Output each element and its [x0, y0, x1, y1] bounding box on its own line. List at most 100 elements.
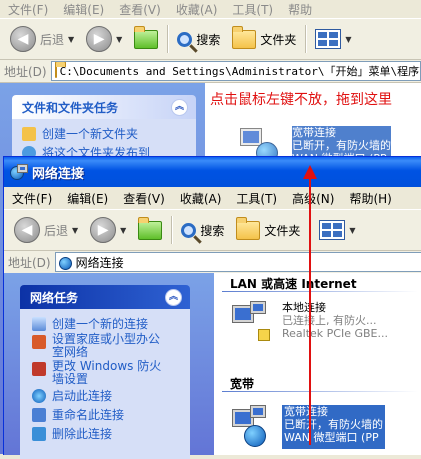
- search-icon: [177, 31, 193, 47]
- connection-broadband-label: 宽带连接 已断开，有防火墙的 WAN 微型端口 (PP: [282, 405, 385, 449]
- address-label: 地址(D): [8, 255, 51, 270]
- home-network-icon: [32, 335, 46, 349]
- views-button[interactable]: ▼: [313, 214, 361, 246]
- window-titlebar[interactable]: 网络连接: [4, 157, 421, 187]
- connection-item-broadband[interactable]: 宽带连接 已断开，有防火墙的 WAN 微型端口 (PP: [230, 405, 385, 449]
- back-label: 后退: [44, 223, 69, 238]
- start-connection-icon: [32, 388, 46, 403]
- back-folders-label: 文件夹: [260, 32, 297, 47]
- task-create-folder-label: 创建一个新文件夹: [42, 127, 139, 141]
- network-tasks-title: 网络任务: [30, 290, 79, 305]
- forward-button[interactable]: ▶ ▼: [84, 214, 132, 246]
- back-menu-favorites[interactable]: 收藏(A): [172, 1, 229, 18]
- collapse-icon[interactable]: ︽: [171, 98, 188, 116]
- connection-local-device: Realtek PCIe GBE...: [282, 327, 388, 340]
- chevron-down-icon[interactable]: ▼: [120, 226, 126, 235]
- connection-broadband-device: WAN 微型端口 (PP: [284, 431, 379, 444]
- back-menu-edit[interactable]: 编辑(E): [59, 1, 115, 18]
- back-up-button[interactable]: [128, 23, 164, 55]
- address-path: 网络连接: [75, 255, 124, 270]
- chevron-down-icon: ▼: [349, 225, 356, 235]
- drag-arrow-shaft: [309, 177, 311, 445]
- address-input[interactable]: 网络连接: [54, 252, 421, 272]
- network-tasks-panel: 网络任务 ︽ 创建一个新的连接 设置家庭或小型办公室网络 更改 Windows …: [20, 285, 190, 459]
- task-rename-connection-label: 重命名此连接: [52, 408, 125, 422]
- chevron-down-icon[interactable]: ▼: [116, 35, 122, 44]
- task-delete-connection[interactable]: 删除此连接: [32, 424, 190, 443]
- back-search-button[interactable]: 搜索: [171, 23, 226, 55]
- search-label: 搜索: [200, 223, 225, 238]
- back-folders-button[interactable]: 文件夹: [226, 23, 302, 55]
- collapse-icon[interactable]: ︽: [165, 288, 182, 306]
- connection-local-status: 已连接上, 有防火...: [282, 314, 377, 327]
- back-file-tasks-header[interactable]: 文件和文件夹任务 ︽: [12, 95, 196, 119]
- menu-help[interactable]: 帮助(H): [345, 190, 402, 207]
- new-folder-icon: [22, 126, 36, 141]
- menu-view[interactable]: 查看(V): [119, 190, 176, 207]
- task-firewall[interactable]: 更改 Windows 防火墙设置: [32, 360, 190, 386]
- dragged-item-name: 宽带连接: [292, 126, 336, 139]
- group-header-broadband: 宽带: [230, 377, 255, 391]
- front-address-bar: 地址(D) 网络连接: [4, 251, 421, 274]
- menu-favorites[interactable]: 收藏(A): [176, 190, 233, 207]
- lan-connection-icon: [230, 301, 274, 345]
- chevron-down-icon[interactable]: ▼: [72, 226, 78, 235]
- task-rename-connection[interactable]: 重命名此连接: [32, 405, 190, 424]
- back-search-label: 搜索: [196, 32, 221, 47]
- forward-arrow-icon: ▶: [86, 26, 113, 52]
- back-back-button[interactable]: ◀ 后退 ▼: [4, 23, 80, 55]
- window-title: 网络连接: [32, 166, 85, 182]
- task-firewall-label: 更改 Windows 防火墙设置: [52, 359, 162, 386]
- network-tasks-header[interactable]: 网络任务 ︽: [20, 285, 190, 309]
- up-button[interactable]: [132, 214, 168, 246]
- task-create-folder[interactable]: 创建一个新文件夹: [22, 124, 196, 143]
- connections-list: LAN 或高速 Internet 本地连接 已连接上, 有防火... Realt…: [214, 273, 421, 455]
- network-connections-icon: [10, 164, 28, 180]
- back-address-input[interactable]: C:\Documents and Settings\Administrator\…: [50, 61, 421, 81]
- task-home-network[interactable]: 设置家庭或小型办公室网络: [32, 333, 190, 359]
- toolbar-separator: [167, 25, 169, 53]
- task-delete-connection-label: 删除此连接: [52, 427, 113, 441]
- task-create-connection-label: 创建一个新的连接: [52, 317, 149, 331]
- back-file-tasks-title: 文件和文件夹任务: [22, 100, 119, 115]
- folders-label: 文件夹: [264, 223, 301, 238]
- task-start-connection[interactable]: 启动此连接: [32, 386, 190, 405]
- toolbar-separator: [305, 25, 307, 53]
- search-icon: [181, 222, 197, 238]
- back-back-label: 后退: [40, 32, 65, 47]
- broadband-connection-icon: [230, 405, 274, 449]
- network-connections-icon: [58, 255, 73, 270]
- back-views-button[interactable]: ▼: [309, 23, 357, 55]
- menu-advanced[interactable]: 高级(N): [288, 190, 345, 207]
- back-menu-help[interactable]: 帮助: [284, 1, 323, 18]
- menu-file[interactable]: 文件(F): [8, 190, 63, 207]
- back-address-label: 地址(D): [4, 64, 47, 79]
- group-divider: [222, 391, 418, 392]
- menu-edit[interactable]: 编辑(E): [63, 190, 119, 207]
- search-button[interactable]: 搜索: [175, 214, 230, 246]
- front-menubar: 文件(F) 编辑(E) 查看(V) 收藏(A) 工具(T) 高级(N) 帮助(H…: [4, 187, 421, 210]
- menu-tools[interactable]: 工具(T): [232, 190, 288, 207]
- connection-broadband-name: 宽带连接: [284, 405, 328, 418]
- new-connection-icon: [32, 316, 46, 331]
- group-divider: [222, 291, 418, 292]
- folders-icon: [236, 216, 261, 240]
- back-menu-tools[interactable]: 工具(T): [228, 1, 284, 18]
- back-arrow-icon: ◀: [14, 217, 40, 243]
- folder-icon: [54, 62, 66, 78]
- toolbar-separator: [171, 216, 173, 244]
- folders-button[interactable]: 文件夹: [230, 214, 306, 246]
- back-menu-view[interactable]: 查看(V): [115, 1, 172, 18]
- group-header-lan: LAN 或高速 Internet: [230, 277, 357, 291]
- back-menu-file[interactable]: 文件(F): [4, 1, 59, 18]
- rename-icon: [32, 407, 46, 422]
- task-pane: 网络任务 ︽ 创建一个新的连接 设置家庭或小型办公室网络 更改 Windows …: [4, 273, 214, 459]
- drag-arrow-head-icon: [303, 165, 317, 179]
- back-address-path: C:\Documents and Settings\Administrator\…: [59, 65, 421, 78]
- chevron-down-icon[interactable]: ▼: [68, 35, 74, 44]
- chevron-down-icon: ▼: [345, 34, 352, 44]
- task-create-connection[interactable]: 创建一个新的连接: [32, 314, 190, 333]
- back-forward-button[interactable]: ▶ ▼: [80, 23, 128, 55]
- folder-up-icon: [134, 25, 159, 49]
- back-button[interactable]: ◀ 后退 ▼: [8, 214, 84, 246]
